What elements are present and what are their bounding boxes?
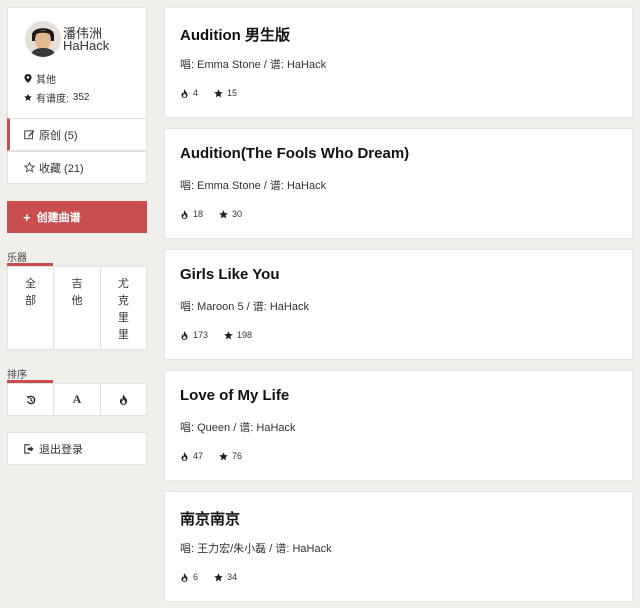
fire-icon <box>181 330 188 340</box>
score-stats: 47 76 <box>180 451 242 461</box>
views-count: 47 <box>193 451 204 461</box>
star-icon <box>214 88 223 97</box>
stars-stat: 198 <box>224 330 252 340</box>
edit-icon <box>24 130 35 140</box>
map-marker-icon <box>24 74 32 83</box>
tab-original[interactable]: 原创 (5) <box>7 118 147 151</box>
score-card[interactable]: Audition 男生版 唱: Emma Stone / 谱: HaHack 4… <box>164 7 633 118</box>
stars-stat: 34 <box>214 572 237 582</box>
tab-favorites-label: 收藏 (21) <box>39 162 84 175</box>
score-meta: 唱: Emma Stone / 谱: HaHack <box>180 59 327 71</box>
history-icon <box>26 395 35 404</box>
views-stat: 4 <box>180 88 198 98</box>
sort-by-recent[interactable] <box>8 384 55 415</box>
score-meta: 唱: Maroon 5 / 谱: HaHack <box>180 301 309 313</box>
score-stats: 18 30 <box>180 209 242 219</box>
views-stat: 47 <box>180 451 203 461</box>
fire-icon <box>181 209 188 219</box>
stars-count: 34 <box>227 572 238 582</box>
score-stats: 4 15 <box>180 88 237 98</box>
create-score-button[interactable]: + 创建曲谱 <box>7 201 147 233</box>
score-title[interactable]: Girls Like You <box>180 266 279 283</box>
score-meta: 唱: Queen / 谱: HaHack <box>180 422 296 434</box>
score-title[interactable]: Audition(The Fools Who Dream) <box>180 145 409 162</box>
user-name-english[interactable]: HaHack <box>63 38 109 53</box>
star-icon <box>214 572 223 581</box>
filter-guitar-label: 吉他 <box>71 278 83 307</box>
logout-button[interactable]: 退出登录 <box>7 432 147 465</box>
score-title[interactable]: 南京南京 <box>180 508 240 529</box>
instrument-section-label: 乐器 <box>7 249 53 266</box>
star-icon <box>219 451 228 460</box>
score-card[interactable]: Love of My Life 唱: Queen / 谱: HaHack 47 … <box>164 370 633 481</box>
location-text: 其他 <box>36 75 56 86</box>
star-icon <box>219 209 228 218</box>
logout-label: 退出登录 <box>39 443 83 456</box>
stars-stat: 30 <box>219 209 242 219</box>
score-card[interactable]: 南京南京 唱: 王力宏/朱小磊 / 谱: HaHack 6 34 <box>164 491 633 602</box>
avatar[interactable] <box>25 21 61 57</box>
instrument-filter: 全部 吉他 尤克里里 <box>7 266 147 350</box>
score-stats: 173 198 <box>180 330 252 340</box>
stars-count: 76 <box>232 451 243 461</box>
sort-by-popularity[interactable] <box>101 384 146 415</box>
score-label: 有谱度: <box>36 94 69 105</box>
stars-stat: 15 <box>214 88 237 98</box>
location-row: 其他 <box>24 71 56 86</box>
views-count: 173 <box>193 330 209 340</box>
views-count: 18 <box>193 209 204 219</box>
create-score-label: 创建曲谱 <box>36 212 81 224</box>
fire-icon <box>119 394 127 405</box>
star-icon <box>24 93 32 101</box>
views-stat: 6 <box>180 572 198 582</box>
filter-ukulele[interactable]: 尤克里里 <box>101 267 146 349</box>
logout-icon <box>24 443 34 454</box>
score-card[interactable]: Audition(The Fools Who Dream) 唱: Emma St… <box>164 128 633 239</box>
score-title[interactable]: Audition 男生版 <box>180 24 290 45</box>
stars-stat: 76 <box>219 451 242 461</box>
tab-favorites[interactable]: 收藏 (21) <box>7 151 147 184</box>
views-stat: 18 <box>180 209 203 219</box>
views-stat: 173 <box>180 330 208 340</box>
star-icon <box>224 330 233 339</box>
sort-section-label: 排序 <box>7 366 53 383</box>
score-card[interactable]: Girls Like You 唱: Maroon 5 / 谱: HaHack 1… <box>164 249 633 360</box>
sort-options: A <box>7 383 147 416</box>
tab-original-label: 原创 (5) <box>39 129 78 142</box>
filter-guitar[interactable]: 吉他 <box>54 267 101 349</box>
stars-count: 15 <box>227 88 238 98</box>
filter-all-label: 全部 <box>25 278 37 307</box>
score-stats: 6 34 <box>180 572 237 582</box>
score-meta: 唱: 王力宏/朱小磊 / 谱: HaHack <box>180 543 332 555</box>
profile-card: 潘伟洲 HaHack 其他 有谱度: 352 <box>7 7 147 118</box>
plus-icon: + <box>23 209 31 225</box>
star-outline-icon <box>24 162 35 173</box>
filter-ukulele-label: 尤克里里 <box>117 278 129 341</box>
stars-count: 30 <box>232 209 243 219</box>
score-value: 352 <box>72 92 90 103</box>
views-count: 6 <box>193 572 199 582</box>
fire-icon <box>181 572 188 582</box>
fire-icon <box>181 451 188 461</box>
score-title[interactable]: Love of My Life <box>180 387 289 404</box>
views-count: 4 <box>193 88 199 98</box>
stars-count: 198 <box>237 330 253 340</box>
filter-all[interactable]: 全部 <box>8 267 55 349</box>
score-meta: 唱: Emma Stone / 谱: HaHack <box>180 180 327 192</box>
score-row: 有谱度: 352 <box>24 90 89 105</box>
fire-icon <box>181 88 188 98</box>
alphabet-icon: A <box>72 392 82 406</box>
sort-by-name[interactable]: A <box>54 384 101 415</box>
